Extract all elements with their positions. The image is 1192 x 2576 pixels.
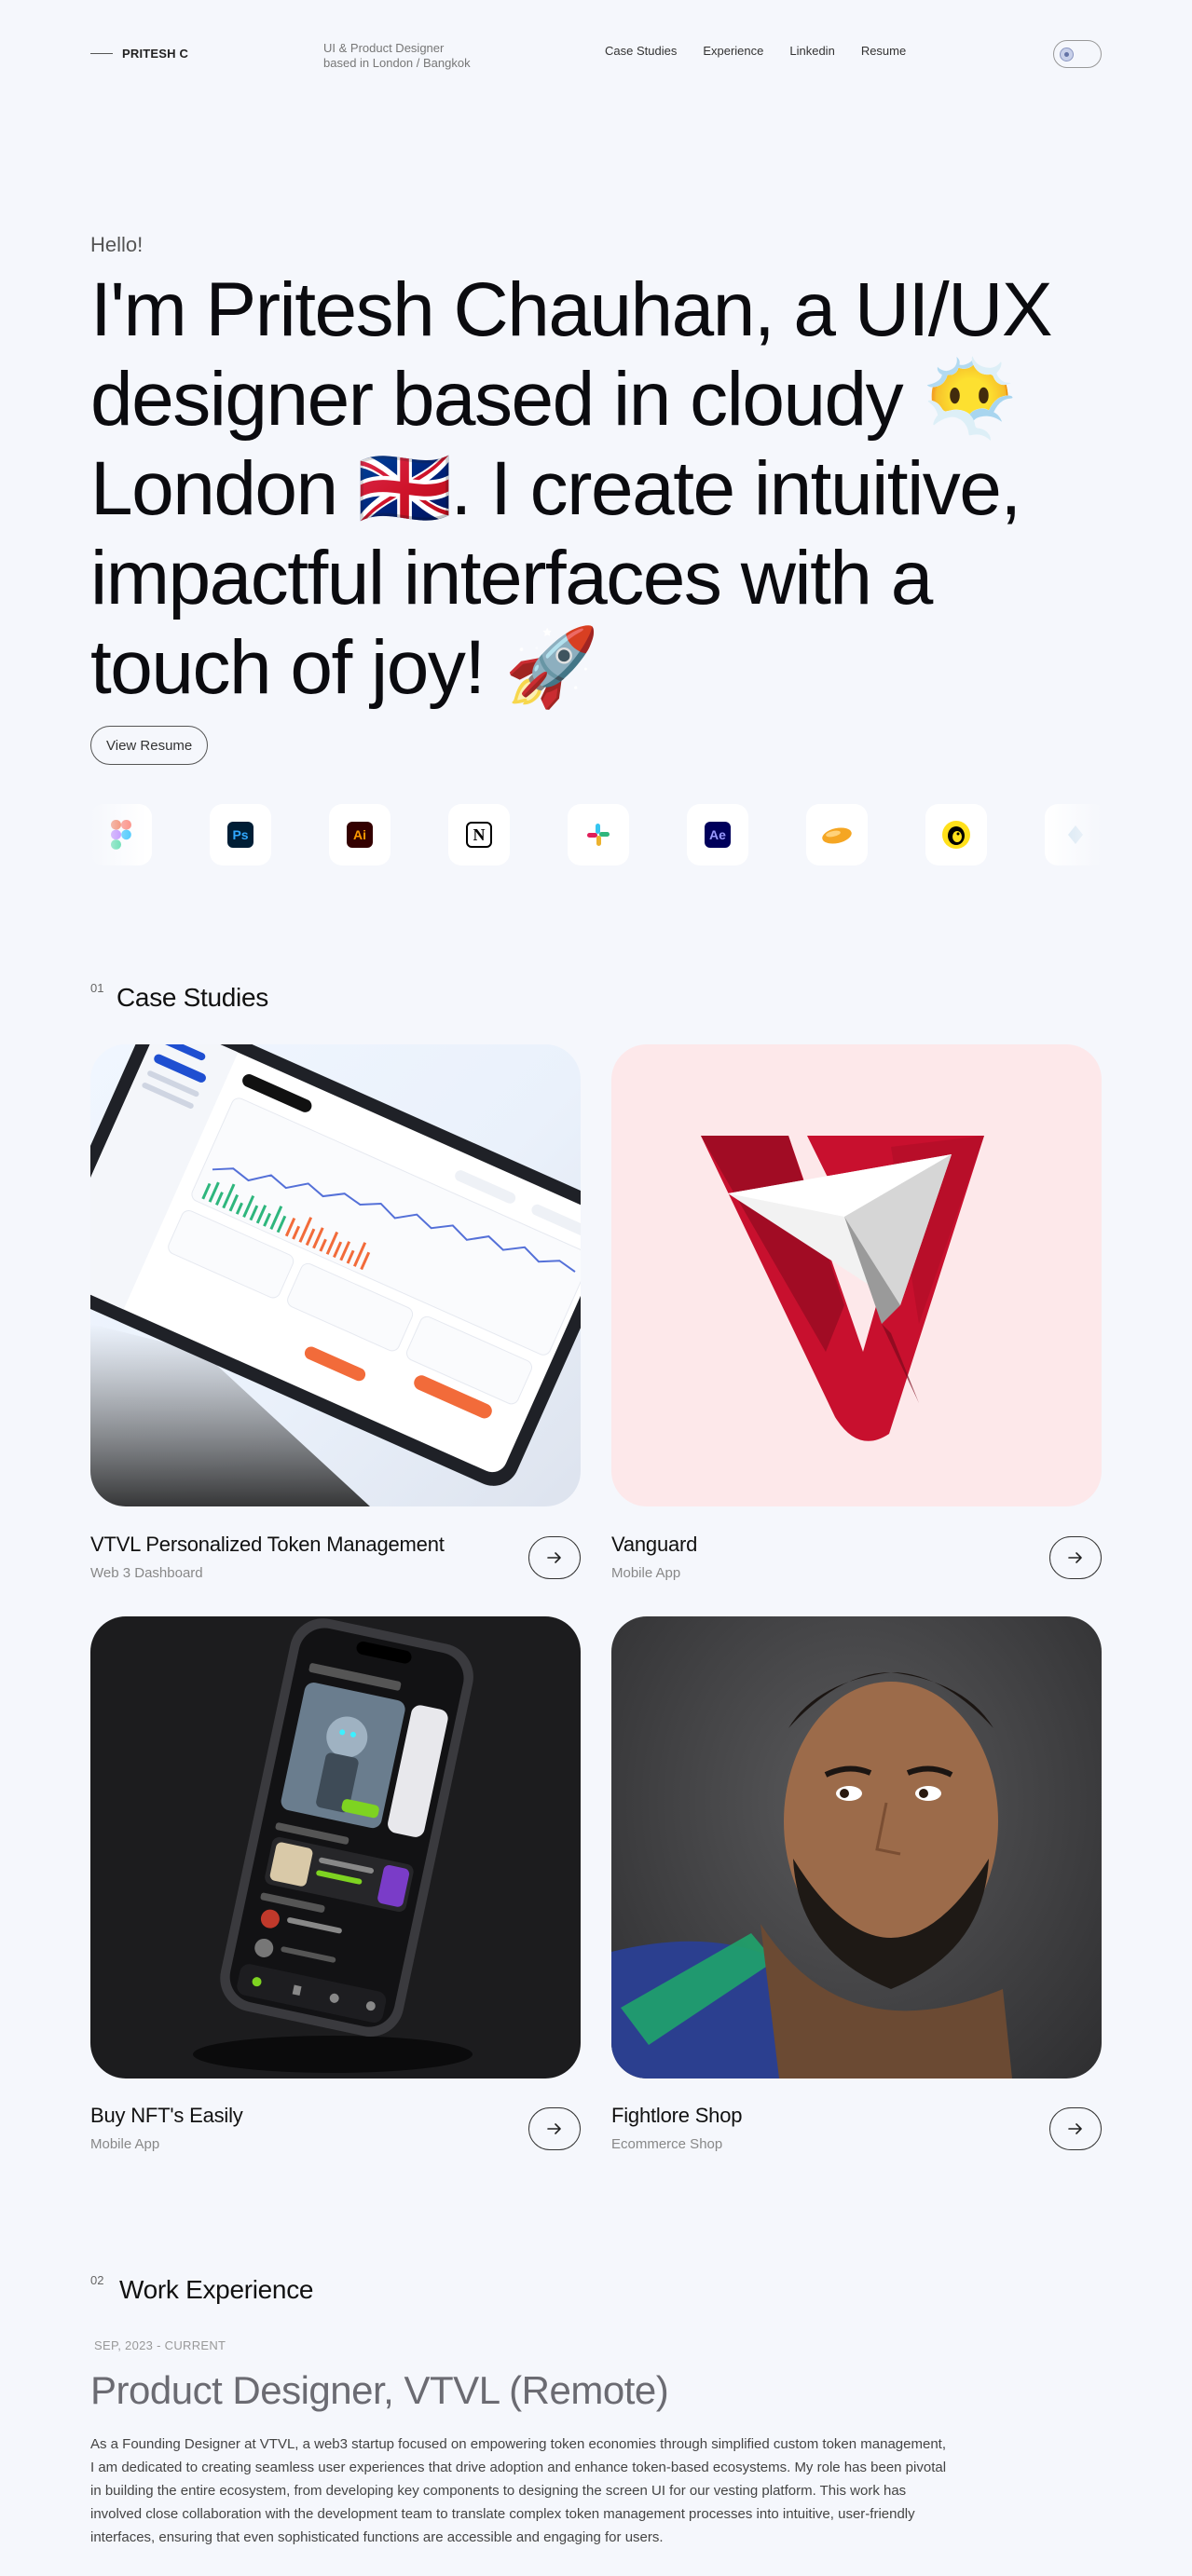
fighter-portrait-illustration — [611, 1672, 1012, 2079]
vanguard-case-image[interactable] — [611, 1044, 1102, 1506]
hero-title-part1: I'm Pritesh Chauhan, a UI/UX designer ba… — [90, 267, 1053, 442]
illustrator-icon: Ai — [329, 804, 390, 865]
photoshop-badge: Ps — [227, 822, 253, 848]
rocket-emoji-icon: 🚀 — [503, 623, 599, 712]
case-subtitle-vanguard: Mobile App — [611, 1565, 681, 1581]
experience-role: Product Designer, VTVL (Remote) — [90, 2368, 669, 2412]
tagline-line1: UI & Product Designer — [323, 41, 445, 55]
carousel-fade-right — [1046, 801, 1102, 870]
fightlore-arrow-button[interactable] — [1049, 2107, 1102, 2150]
vtvl-case-image[interactable] — [90, 1044, 581, 1506]
after-effects-badge: Ae — [705, 822, 731, 848]
hero-title-part2: London — [90, 446, 338, 531]
theme-toggle[interactable] — [1053, 40, 1102, 68]
carousel-fade-left — [90, 801, 146, 870]
mailchimp-icon — [925, 804, 987, 865]
nav-experience[interactable]: Experience — [703, 44, 763, 58]
after-effects-icon: Ae — [687, 804, 748, 865]
case-subtitle-nft: Mobile App — [90, 2136, 160, 2152]
experience-title: Work Experience — [119, 2275, 314, 2304]
toggle-knob-icon — [1060, 48, 1074, 61]
tools-carousel: Ps Ai N Ae — [90, 804, 1102, 867]
case-subtitle-vtvl: Web 3 Dashboard — [90, 1565, 203, 1581]
illustrator-badge: Ai — [347, 822, 373, 848]
slack-icon — [568, 804, 629, 865]
hero-title: I'm Pritesh Chauhan, a UI/UX designer ba… — [90, 266, 1069, 713]
arrow-right-icon — [547, 2123, 561, 2134]
case-studies-title: Case Studies — [116, 983, 268, 1012]
arrow-right-icon — [1068, 2123, 1082, 2134]
nav-linkedin[interactable]: Linkedin — [789, 44, 834, 58]
notion-badge: N — [466, 822, 492, 848]
main-nav: Case Studies Experience Linkedin Resume — [605, 44, 906, 58]
nav-case-studies[interactable]: Case Studies — [605, 44, 677, 58]
tagline-line2: based in London / Bangkok — [323, 56, 471, 70]
nav-resume[interactable]: Resume — [861, 44, 906, 58]
case-studies-number: 01 — [90, 981, 104, 995]
vanguard-arrow-button[interactable] — [1049, 1536, 1102, 1579]
vanguard-logo-illustration — [701, 1136, 984, 1441]
slack-logo-icon — [587, 824, 610, 846]
cloud-app-icon — [806, 804, 868, 865]
uk-flag-emoji-icon: 🇬🇧 — [356, 444, 452, 533]
tablet-dashboard-illustration — [90, 1044, 581, 1506]
case-title-nft[interactable]: Buy NFT's Easily — [90, 2104, 243, 2128]
site-header: PRITESH C UI & Product Designer based in… — [90, 37, 1102, 71]
cloud-face-emoji-icon: 😶‍🌫️ — [922, 355, 1017, 443]
phone-nft-app-illustration — [193, 1618, 473, 2073]
case-title-fightlore[interactable]: Fightlore Shop — [611, 2104, 742, 2128]
fightlore-case-image[interactable] — [611, 1616, 1102, 2079]
case-subtitle-fightlore: Ecommerce Shop — [611, 2136, 723, 2152]
case-title-vtvl[interactable]: VTVL Personalized Token Management — [90, 1533, 445, 1557]
experience-number: 02 — [90, 2273, 104, 2287]
brand-logo[interactable]: PRITESH C — [90, 47, 188, 61]
nft-case-image[interactable] — [90, 1616, 581, 2079]
brand-dash — [90, 53, 113, 54]
arrow-right-icon — [1068, 1552, 1082, 1563]
hero-greeting: Hello! — [90, 233, 144, 256]
view-resume-button[interactable]: View Resume — [90, 726, 209, 765]
arrow-right-icon — [547, 1552, 561, 1563]
experience-description: As a Founding Designer at VTVL, a web3 s… — [90, 2436, 947, 2545]
brand-name: PRITESH C — [122, 47, 189, 61]
experience-date: SEP, 2023 - CURRENT — [94, 2338, 226, 2352]
photoshop-icon: Ps — [210, 804, 271, 865]
tagline: UI & Product Designer based in London / … — [323, 41, 471, 71]
vtvl-arrow-button[interactable] — [528, 1536, 581, 1579]
cloud-app-logo-icon — [822, 827, 852, 844]
notion-icon: N — [448, 804, 510, 865]
mailchimp-logo-icon — [942, 821, 970, 849]
nft-arrow-button[interactable] — [528, 2107, 581, 2150]
case-title-vanguard[interactable]: Vanguard — [611, 1533, 697, 1557]
